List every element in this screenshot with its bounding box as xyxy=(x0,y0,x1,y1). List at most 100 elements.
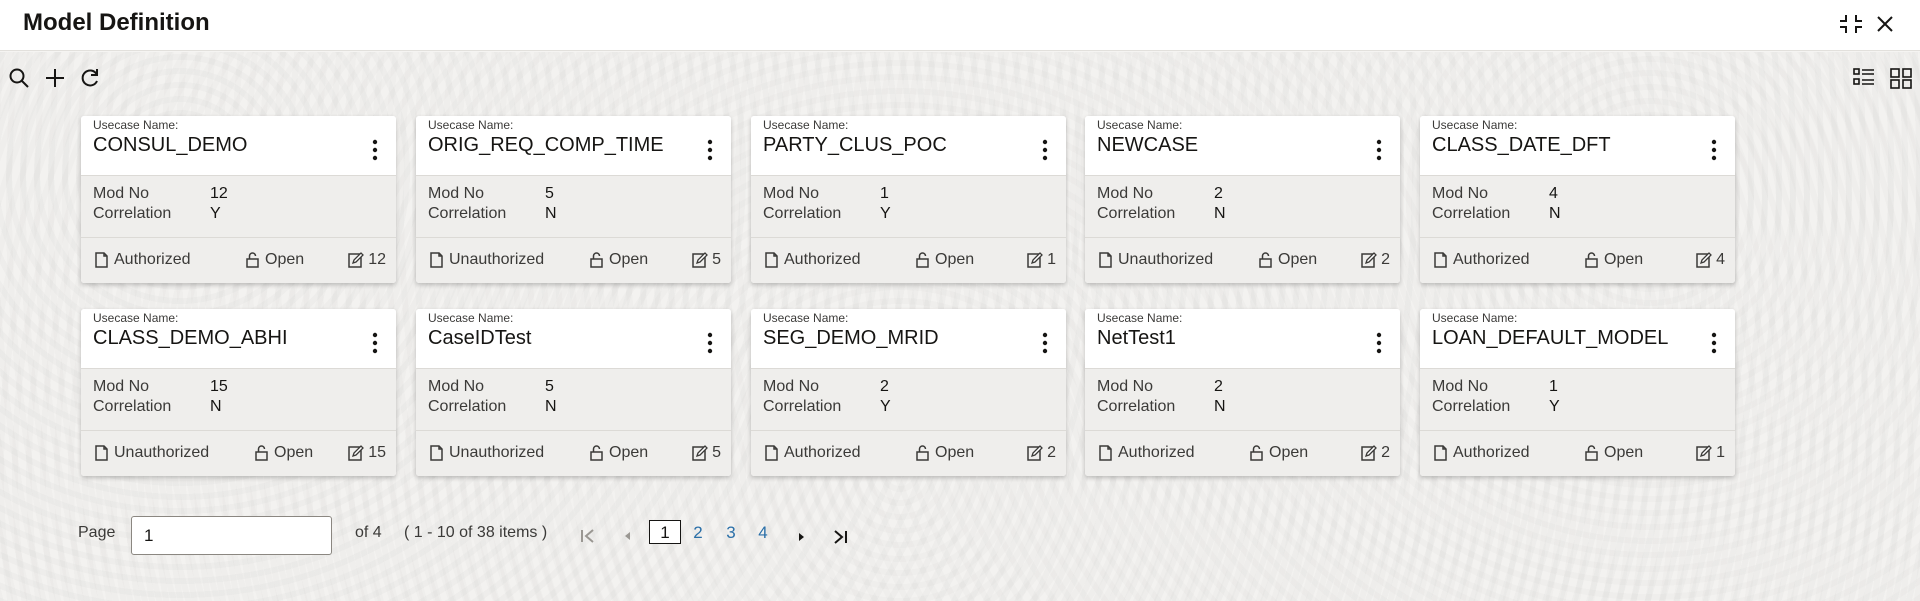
lock-status[interactable]: Open xyxy=(244,249,304,271)
model-card[interactable]: Usecase Name: CLASS_DEMO_ABHI Mod No 15 Corr… xyxy=(81,309,396,476)
page-number-4[interactable]: 4 xyxy=(755,521,771,545)
lock-status[interactable]: Open xyxy=(914,442,974,464)
search-icon[interactable] xyxy=(6,65,32,91)
more-options-icon[interactable] xyxy=(370,331,380,355)
plus-icon[interactable] xyxy=(42,65,68,91)
page-input[interactable] xyxy=(131,516,332,555)
authorization-status[interactable]: Unauthorized xyxy=(1097,249,1213,271)
page-number-1[interactable]: 1 xyxy=(649,520,681,544)
edit-count[interactable]: 2 xyxy=(1360,442,1390,464)
list-view-icon[interactable] xyxy=(1851,65,1877,91)
edit-count[interactable]: 15 xyxy=(347,442,386,464)
usecase-name-label: Usecase Name: xyxy=(1432,311,1518,325)
page-count: of 4 xyxy=(355,524,382,541)
lock-status[interactable]: Open xyxy=(914,249,974,271)
model-card[interactable]: Usecase Name: CONSUL_DEMO Mod No 12 Correlat… xyxy=(81,116,396,283)
model-card[interactable]: Usecase Name: SEG_DEMO_MRID Mod No 2 Correla… xyxy=(751,309,1066,476)
usecase-name[interactable]: ORIG_REQ_COMP_TIME xyxy=(428,134,664,157)
model-card[interactable]: Usecase Name: LOAN_DEFAULT_MODEL Mod No 1 Co… xyxy=(1420,309,1735,476)
page-number-2[interactable]: 2 xyxy=(690,521,706,545)
usecase-name[interactable]: CLASS_DATE_DFT xyxy=(1432,134,1611,157)
authorization-status[interactable]: Authorized xyxy=(1432,442,1530,464)
correlation-label: Correlation xyxy=(1432,398,1511,415)
authorization-status[interactable]: Unauthorized xyxy=(93,442,209,464)
lock-status[interactable]: Open xyxy=(1583,442,1643,464)
lock-status[interactable]: Open xyxy=(588,249,648,271)
usecase-name[interactable]: LOAN_DEFAULT_MODEL xyxy=(1432,327,1668,350)
lock-status-text: Open xyxy=(609,444,649,461)
edit-icon xyxy=(347,251,368,269)
more-options-icon[interactable] xyxy=(1374,138,1384,162)
authorization-status[interactable]: Authorized xyxy=(1097,442,1195,464)
usecase-name[interactable]: CLASS_DEMO_ABHI xyxy=(93,327,288,350)
authorization-status[interactable]: Authorized xyxy=(93,249,191,271)
card-header: Usecase Name: CLASS_DATE_DFT xyxy=(1420,116,1735,176)
refresh-icon[interactable] xyxy=(77,65,103,91)
model-card[interactable]: Usecase Name: ORIG_REQ_COMP_TIME Mod No 5 Co… xyxy=(416,116,731,283)
usecase-name[interactable]: CaseIDTest xyxy=(428,327,531,350)
model-card[interactable]: Usecase Name: CaseIDTest Mod No 5 Correlatio… xyxy=(416,309,731,476)
correlation-label: Correlation xyxy=(428,205,507,222)
unlock-icon xyxy=(914,251,935,269)
card-footer: Authorized Open 12 xyxy=(81,238,396,283)
model-card[interactable]: Usecase Name: NetTest1 Mod No 2 Correlation N… xyxy=(1085,309,1400,476)
correlation-value: Y xyxy=(880,205,891,222)
model-card[interactable]: Usecase Name: CLASS_DATE_DFT Mod No 4 Correl… xyxy=(1420,116,1735,283)
grid-view-icon[interactable] xyxy=(1888,65,1914,91)
collapse-icon[interactable] xyxy=(1836,10,1866,38)
authorization-status[interactable]: Unauthorized xyxy=(428,442,544,464)
usecase-name[interactable]: NetTest1 xyxy=(1097,327,1176,350)
unlock-icon xyxy=(588,251,609,269)
more-options-icon[interactable] xyxy=(1709,331,1719,355)
mod-no-value: 2 xyxy=(1214,378,1223,395)
lock-status[interactable]: Open xyxy=(1248,442,1308,464)
more-options-icon[interactable] xyxy=(705,331,715,355)
model-card[interactable]: Usecase Name: NEWCASE Mod No 2 Correlation N U… xyxy=(1085,116,1400,283)
more-options-icon[interactable] xyxy=(1709,138,1719,162)
close-icon[interactable] xyxy=(1870,10,1900,38)
edit-count[interactable]: 5 xyxy=(691,249,721,271)
page-number-3[interactable]: 3 xyxy=(723,521,739,545)
edit-count[interactable]: 12 xyxy=(347,249,386,271)
edit-count[interactable]: 5 xyxy=(691,442,721,464)
lock-status[interactable]: Open xyxy=(253,442,313,464)
card-header: Usecase Name: CLASS_DEMO_ABHI xyxy=(81,309,396,369)
authorization-status-text: Unauthorized xyxy=(114,444,210,461)
card-footer: Unauthorized Open 15 xyxy=(81,431,396,476)
correlation-label: Correlation xyxy=(93,205,172,222)
unlock-icon xyxy=(1248,444,1269,462)
previous-page-icon[interactable] xyxy=(618,526,638,546)
authorization-status[interactable]: Authorized xyxy=(763,249,861,271)
more-options-icon[interactable] xyxy=(1040,331,1050,355)
card-details: Mod No 15 Correlation N xyxy=(81,369,396,431)
lock-status-text: Open xyxy=(1604,251,1644,268)
lock-status[interactable]: Open xyxy=(588,442,648,464)
authorization-status[interactable]: Unauthorized xyxy=(428,249,544,271)
card-footer: Authorized Open 1 xyxy=(751,238,1066,283)
first-page-icon[interactable] xyxy=(578,526,598,546)
mod-no-label: Mod No xyxy=(428,378,485,395)
more-options-icon[interactable] xyxy=(370,138,380,162)
more-options-icon[interactable] xyxy=(1040,138,1050,162)
model-card[interactable]: Usecase Name: PARTY_CLUS_POC Mod No 1 Correl… xyxy=(751,116,1066,283)
authorization-status[interactable]: Authorized xyxy=(763,442,861,464)
edit-count-text: 5 xyxy=(712,444,721,461)
lock-status[interactable]: Open xyxy=(1257,249,1317,271)
usecase-name[interactable]: PARTY_CLUS_POC xyxy=(763,134,947,157)
edit-count[interactable]: 1 xyxy=(1695,442,1725,464)
edit-count[interactable]: 2 xyxy=(1026,442,1056,464)
authorization-status[interactable]: Authorized xyxy=(1432,249,1530,271)
edit-count-text: 2 xyxy=(1381,251,1390,268)
more-options-icon[interactable] xyxy=(1374,331,1384,355)
edit-count[interactable]: 1 xyxy=(1026,249,1056,271)
lock-status-text: Open xyxy=(1278,251,1318,268)
edit-count[interactable]: 2 xyxy=(1360,249,1390,271)
last-page-icon[interactable] xyxy=(830,527,850,547)
edit-count[interactable]: 4 xyxy=(1695,249,1725,271)
usecase-name[interactable]: NEWCASE xyxy=(1097,134,1198,157)
usecase-name[interactable]: SEG_DEMO_MRID xyxy=(763,327,939,350)
usecase-name[interactable]: CONSUL_DEMO xyxy=(93,134,247,157)
more-options-icon[interactable] xyxy=(705,138,715,162)
next-page-icon[interactable] xyxy=(791,527,811,547)
lock-status[interactable]: Open xyxy=(1583,249,1643,271)
